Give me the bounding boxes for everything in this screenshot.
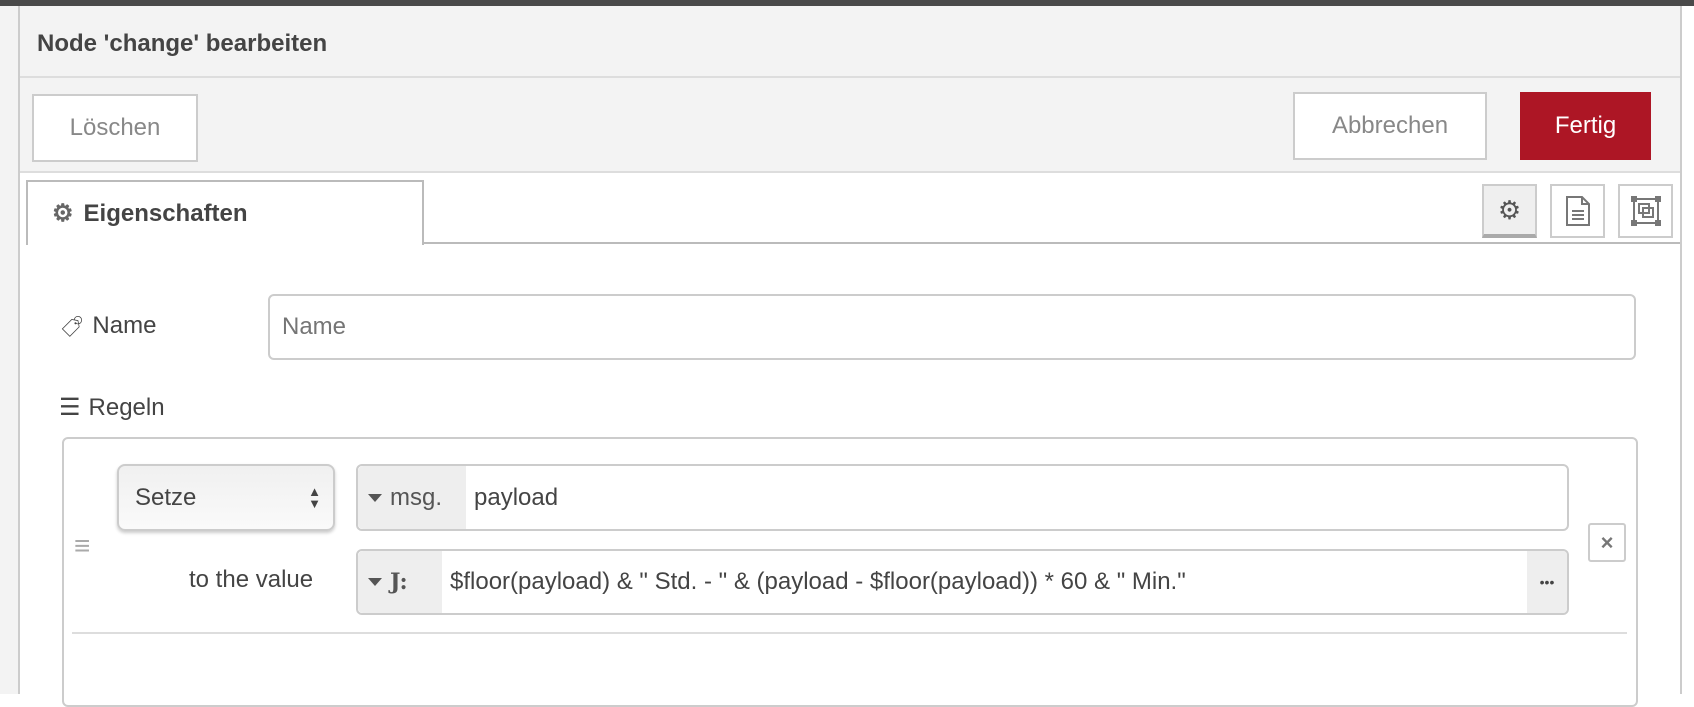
rules-label: ☰ Regeln <box>59 393 165 422</box>
drag-handle-icon[interactable]: ≡ <box>74 530 100 562</box>
caret-down-icon <box>368 493 382 502</box>
rule-action-select[interactable]: Setze ▲ ▼ <box>117 464 335 531</box>
gear-icon: ⚙ <box>52 200 74 227</box>
jsonata-icon: J: <box>390 569 408 595</box>
tab-label: Eigenschaften <box>83 199 248 227</box>
right-edge <box>1680 6 1694 694</box>
name-label: 🏷︎ Name <box>60 312 157 339</box>
tag-icon: 🏷︎ <box>60 313 83 339</box>
tab-divider <box>424 242 1680 244</box>
delete-button[interactable]: Löschen <box>32 94 198 162</box>
description-view-button[interactable] <box>1550 184 1605 238</box>
gear-icon: ⚙ <box>1497 194 1522 225</box>
updown-icon: ▲ ▼ <box>308 483 321 511</box>
frame-icon <box>1630 196 1661 226</box>
left-edge <box>0 6 20 694</box>
list-icon: ☰ <box>59 394 81 421</box>
properties-view-button[interactable]: ⚙ <box>1482 184 1537 238</box>
dialog-title: Node 'change' bearbeiten <box>37 30 328 57</box>
rule-value-input[interactable]: J: $floor(payload) & " Std. - " & (paylo… <box>356 549 1569 615</box>
tab-properties[interactable]: ⚙ Eigenschaften <box>26 180 424 245</box>
done-button[interactable]: Fertig <box>1520 92 1651 160</box>
target-type-selector[interactable]: msg. <box>358 466 466 529</box>
dialog-titlebar: Node 'change' bearbeiten <box>20 6 1680 78</box>
appearance-view-button[interactable] <box>1618 184 1673 238</box>
expand-editor-button[interactable]: ••• <box>1527 551 1567 613</box>
rule-target-input[interactable]: msg. payload <box>356 464 1569 531</box>
value-label: to the value <box>189 566 314 593</box>
delete-rule-button[interactable]: × <box>1588 523 1626 562</box>
name-input[interactable] <box>268 294 1636 360</box>
caret-down-icon <box>368 578 382 586</box>
document-icon <box>1565 196 1590 226</box>
value-type-selector[interactable]: J: <box>358 551 442 613</box>
cancel-button[interactable]: Abbrechen <box>1293 92 1487 160</box>
rule-divider <box>72 632 1627 634</box>
